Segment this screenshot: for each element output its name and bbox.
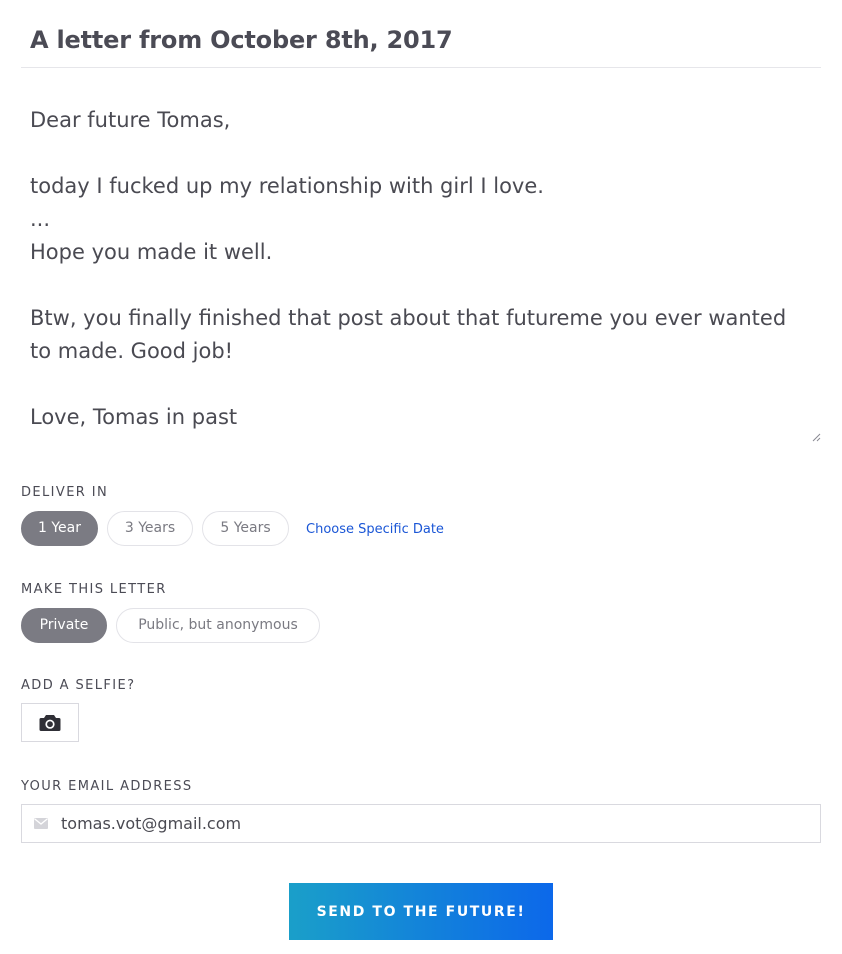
email-input[interactable] bbox=[61, 805, 801, 842]
deliver-option-1-year[interactable]: 1 Year bbox=[21, 511, 98, 546]
privacy-option-public-anonymous[interactable]: Public, but anonymous bbox=[116, 608, 320, 643]
resize-handle-icon[interactable] bbox=[812, 432, 821, 442]
add-selfie-button[interactable] bbox=[21, 703, 79, 742]
make-letter-label: MAKE THIS LETTER bbox=[21, 582, 167, 597]
email-field[interactable] bbox=[21, 804, 821, 843]
deliver-option-3-years[interactable]: 3 Years bbox=[107, 511, 193, 546]
email-label: YOUR EMAIL ADDRESS bbox=[21, 779, 193, 794]
page-title: A letter from October 8th, 2017 bbox=[30, 26, 453, 54]
add-selfie-label: ADD A SELFIE? bbox=[21, 678, 136, 693]
send-to-future-button[interactable]: SEND TO THE FUTURE! bbox=[289, 883, 553, 940]
choose-specific-date-link[interactable]: Choose Specific Date bbox=[306, 521, 444, 539]
letter-textarea[interactable]: Dear future Tomas, today I fucked up my … bbox=[21, 88, 821, 443]
envelope-icon bbox=[34, 818, 48, 829]
camera-icon bbox=[39, 714, 61, 731]
deliver-option-5-years[interactable]: 5 Years bbox=[202, 511, 289, 546]
privacy-option-private[interactable]: Private bbox=[21, 608, 107, 643]
title-divider bbox=[21, 67, 821, 68]
deliver-in-label: DELIVER IN bbox=[21, 485, 109, 500]
